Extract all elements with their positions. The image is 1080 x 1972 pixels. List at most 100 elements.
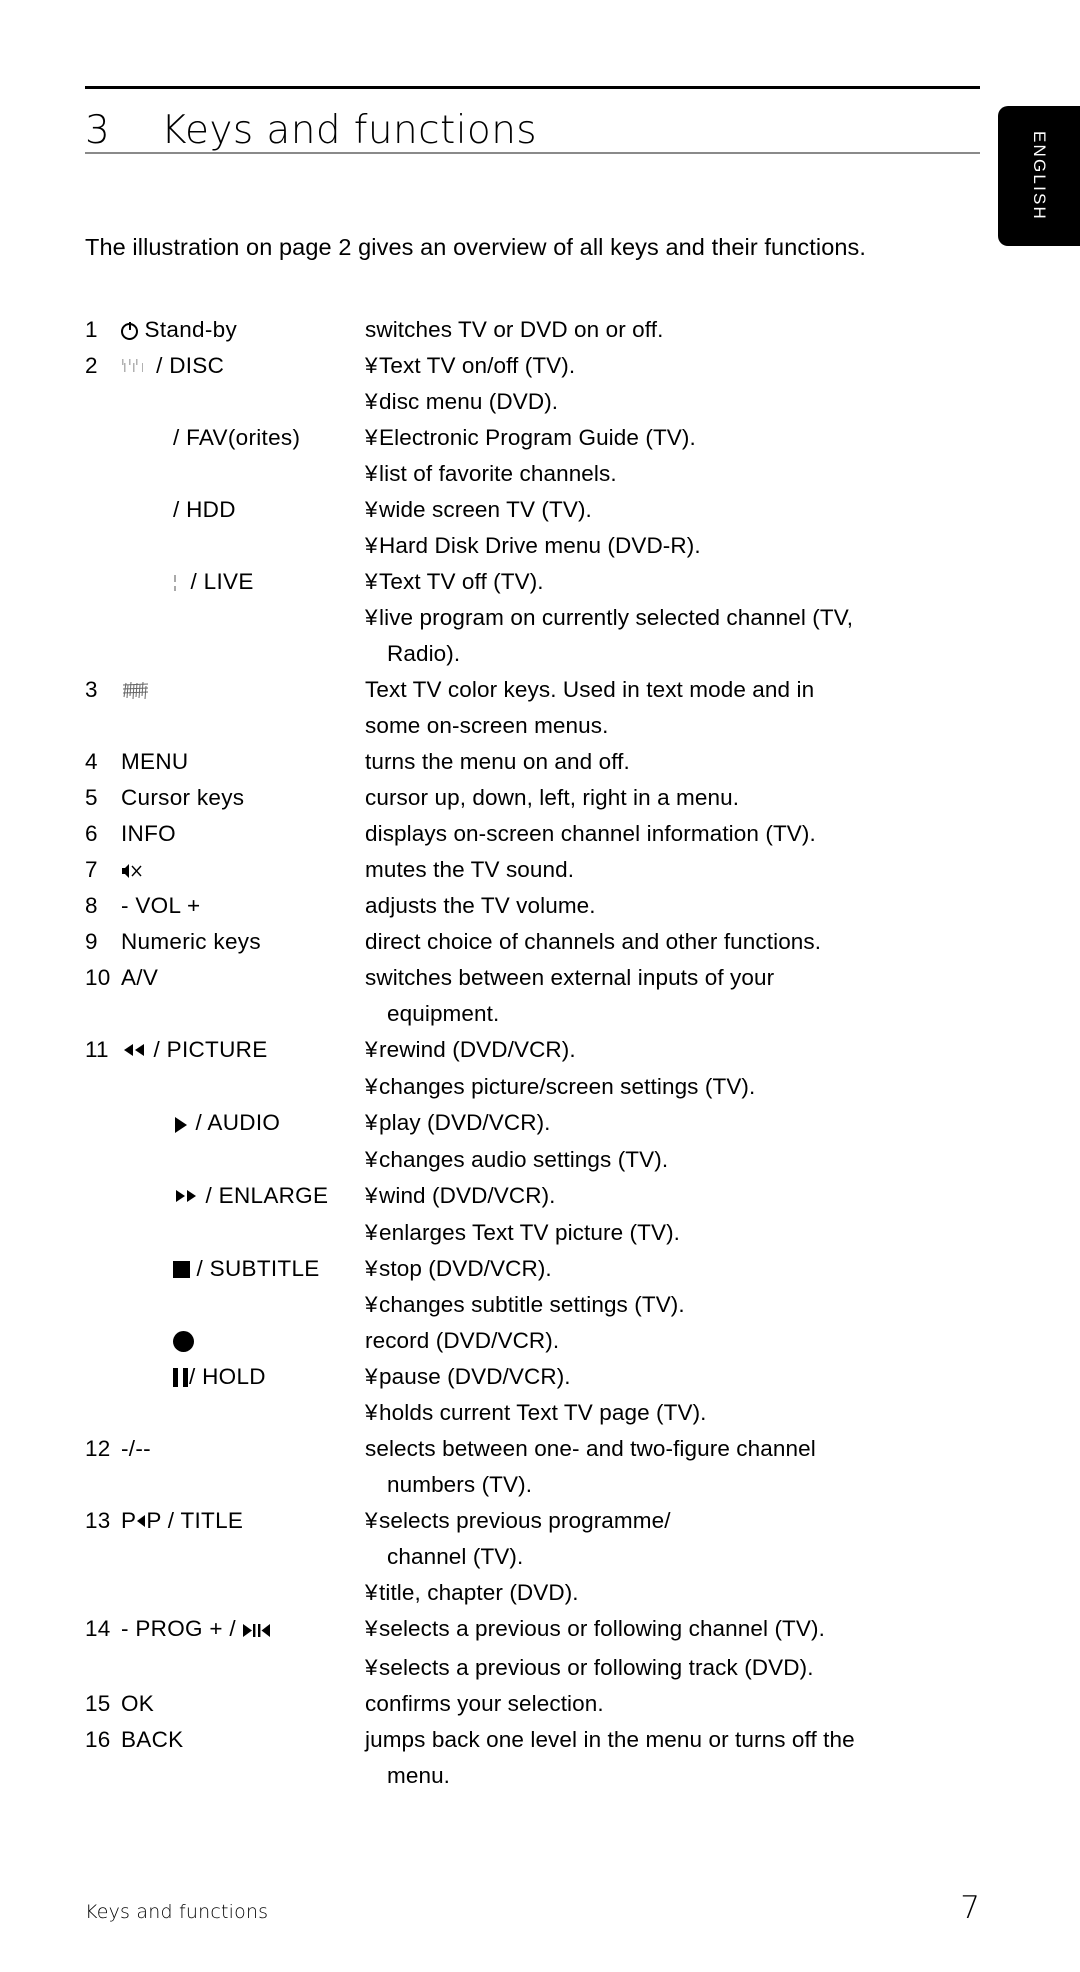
key-description: ¥selects a previous or following channel… <box>365 1611 985 1647</box>
key-row: 5 Cursor keys cursor up, down, left, right… <box>85 780 985 816</box>
bullet-marker: ¥ <box>365 1508 378 1533</box>
next-prev-track-icon <box>242 1614 272 1650</box>
key-label: Numeric keys <box>121 929 261 954</box>
key-description: Radio). <box>387 641 461 666</box>
key-row-continuation: ¥changes subtitle settings (TV). <box>85 1287 985 1323</box>
key-label: -/-- <box>121 1436 151 1461</box>
key-number: 2 <box>85 353 98 378</box>
key-row: 2 / DISC ¥Text TV on/off (TV). <box>85 348 985 384</box>
teletext-off-icon <box>173 573 184 592</box>
key-row: 6 INFO displays on-screen channel informat… <box>85 816 985 852</box>
key-label: / AUDIO <box>121 1105 365 1142</box>
key-description: mutes the TV sound. <box>365 857 575 882</box>
key-row: 16 BACK jumps back one level in the menu o… <box>85 1722 985 1758</box>
page-footer: Keys and functions 7 <box>85 1890 980 1926</box>
key-number: 13 <box>85 1508 111 1533</box>
key-label: / LIVE <box>121 564 365 600</box>
key-number: 14 <box>85 1616 111 1641</box>
key-description: ¥Hard Disk Drive menu (DVD-R). <box>365 528 985 564</box>
chapter-title: Keys and functions <box>161 108 538 153</box>
key-description: channel (TV). <box>387 1544 524 1569</box>
key-row-continuation: ¥disc menu (DVD). <box>85 384 985 420</box>
key-row: 10 A/V switches between external inputs of… <box>85 960 985 996</box>
key-row: 3 Text TV color keys. Used in text mode a… <box>85 672 985 708</box>
key-description: some on-screen menus. <box>365 713 609 738</box>
language-tab: ENGLISH <box>998 106 1080 246</box>
key-description: ¥changes subtitle settings (TV). <box>365 1287 985 1323</box>
key-description: turns the menu on and off. <box>365 749 630 774</box>
key-row-continuation: ¥selects a previous or following track (… <box>85 1650 985 1686</box>
key-row-continuation: ¥changes audio settings (TV). <box>85 1142 985 1178</box>
key-description: direct choice of channels and other func… <box>365 929 822 954</box>
bullet-marker: ¥ <box>365 569 378 594</box>
key-description: ¥Electronic Program Guide (TV). <box>365 420 985 456</box>
page-title: 3 Keys and functions <box>85 95 980 151</box>
key-number: 6 <box>85 821 98 846</box>
key-label: Stand-by <box>121 312 365 348</box>
key-description: adjusts the TV volume. <box>365 893 596 918</box>
key-description: ¥enlarges Text TV picture (TV). <box>365 1215 985 1251</box>
color-keys-icon <box>121 677 153 703</box>
key-label: OK <box>121 1691 155 1716</box>
key-number: 11 <box>85 1037 109 1062</box>
key-row-continuation: menu. <box>85 1758 985 1794</box>
key-row-continuation: numbers (TV). <box>85 1467 985 1503</box>
key-description: cursor up, down, left, right in a menu. <box>365 785 740 810</box>
mute-icon <box>121 855 145 878</box>
key-row-continuation: equipment. <box>85 996 985 1032</box>
key-label: PP / TITLE <box>121 1508 244 1533</box>
key-row-continuation: ¥title, chapter (DVD). <box>85 1575 985 1611</box>
key-label: A/V <box>121 965 159 990</box>
chapter-number: 3 <box>85 108 110 153</box>
bullet-marker: ¥ <box>365 497 378 522</box>
header-top-rule <box>85 86 980 89</box>
key-number: 15 <box>85 1691 111 1716</box>
key-description: ¥stop (DVD/VCR). <box>365 1251 985 1287</box>
stop-icon <box>173 1261 190 1278</box>
key-number: 12 <box>85 1436 111 1461</box>
key-description: jumps back one level in the menu or turn… <box>365 1727 855 1752</box>
key-number: 7 <box>85 857 98 882</box>
key-row: 4 MENU turns the menu on and off. <box>85 744 985 780</box>
pause-icon <box>173 1368 189 1387</box>
key-description: ¥title, chapter (DVD). <box>365 1575 985 1611</box>
key-description: ¥selects a previous or following track (… <box>365 1650 985 1686</box>
key-row: 14 - PROG + / ¥selects a previous or foll… <box>85 1611 985 1650</box>
key-label: - PROG + / <box>121 1611 365 1650</box>
key-description: ¥Text TV on/off (TV). <box>365 348 985 384</box>
key-row: 11 / PICTURE ¥rewind (DVD/VCR). <box>85 1032 985 1069</box>
key-row-continuation: channel (TV). <box>85 1539 985 1575</box>
key-number: 9 <box>85 929 98 954</box>
key-number: 3 <box>85 677 98 702</box>
key-label: / PICTURE <box>121 1032 365 1069</box>
key-number: 8 <box>85 893 98 918</box>
footer-page-number: 7 <box>960 1890 980 1926</box>
bullet-marker: ¥ <box>365 533 378 558</box>
key-description: displays on-screen channel information (… <box>365 821 816 846</box>
key-row: 15 OK confirms your selection. <box>85 1686 985 1722</box>
key-description: ¥selects previous programme/ <box>365 1503 985 1539</box>
key-row-continuation: ¥live program on currently selected chan… <box>85 600 985 636</box>
key-description: ¥changes audio settings (TV). <box>365 1142 985 1178</box>
key-description: ¥Text TV off (TV). <box>365 564 985 600</box>
key-description: ¥disc menu (DVD). <box>365 384 985 420</box>
key-row: 7 mutes the TV sound. <box>85 852 985 888</box>
key-number: 10 <box>85 965 111 990</box>
key-row-continuation: ¥changes picture/screen settings (TV). <box>85 1069 985 1105</box>
bullet-marker: ¥ <box>365 1292 378 1317</box>
key-description: ¥live program on currently selected chan… <box>365 600 985 636</box>
key-number: 4 <box>85 749 98 774</box>
key-label <box>121 1323 365 1359</box>
key-description: ¥changes picture/screen settings (TV). <box>365 1069 985 1105</box>
key-row: / AUDIO ¥play (DVD/VCR). <box>85 1105 985 1142</box>
key-row-continuation: ¥Hard Disk Drive menu (DVD-R). <box>85 528 985 564</box>
bullet-marker: ¥ <box>365 1183 378 1208</box>
keys-and-functions-list: 1 Stand-by switches TV or DVD on or off. 2… <box>85 312 985 1794</box>
key-description: ¥play (DVD/VCR). <box>365 1105 985 1141</box>
key-row: / SUBTITLE ¥stop (DVD/VCR). <box>85 1251 985 1287</box>
key-number: 1 <box>85 317 98 342</box>
key-description: selects between one- and two-figure chan… <box>365 1436 816 1461</box>
key-label: MENU <box>121 749 189 774</box>
bullet-marker: ¥ <box>365 389 378 414</box>
manual-page: ENGLISH 3 Keys and functions The illustr… <box>0 0 1080 1972</box>
